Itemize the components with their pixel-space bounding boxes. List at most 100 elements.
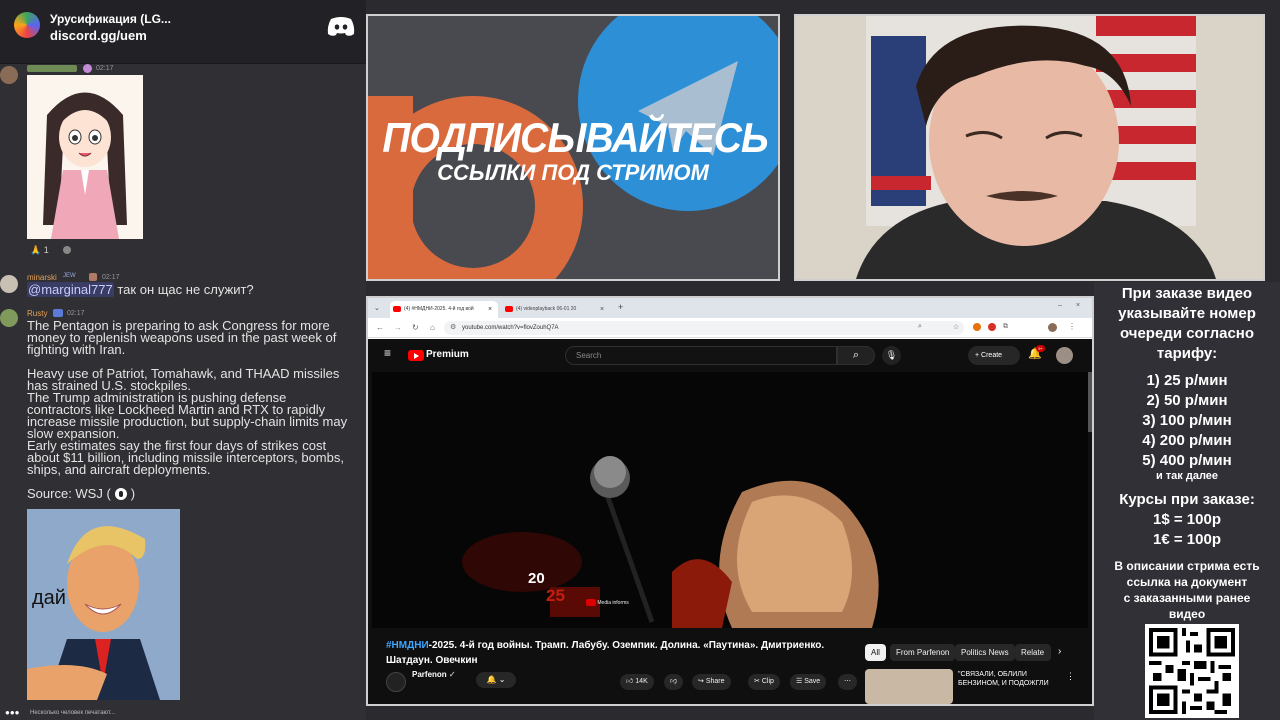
desc-line: с заказанными ранее [1123, 591, 1251, 605]
role-icon [89, 273, 97, 281]
discord-header: Урусификация (LG... discord.gg/uem [0, 0, 366, 64]
address-bar[interactable]: ⚙ youtube.com/watch?v=flovZouhQ7A [444, 321, 964, 335]
user-mention[interactable]: @marginal777 [27, 282, 114, 297]
source-text: Source: WSJ ( [27, 486, 111, 501]
thumbs-up-icon: 👍︎ [626, 678, 634, 685]
chip-from-parfenon[interactable]: From Parfenon [890, 644, 956, 661]
save-playlist-icon: ☰ [796, 678, 803, 685]
pray-emoji-icon: 🙏 [30, 245, 42, 255]
chips-next-icon[interactable]: › [1058, 646, 1061, 657]
anime-girl-image[interactable] [27, 75, 143, 239]
chip-related[interactable]: Relate [1015, 644, 1051, 661]
home-icon[interactable]: ⌂ [430, 323, 435, 332]
reaction-pray[interactable]: 🙏 1 [30, 245, 49, 256]
trump-meme-image[interactable]: дай [27, 509, 180, 700]
voice-search-icon[interactable]: 🎙 [882, 346, 901, 365]
toolbar: ← → ↻ ⌂ ⚙ youtube.com/watch?v=flovZouhQ7… [368, 318, 1092, 338]
video-player[interactable]: 20 25 Media informs [372, 372, 1088, 628]
forward-icon[interactable]: → [394, 323, 402, 332]
price-line: 1) 25 р/мин [1146, 372, 1228, 389]
share-button[interactable]: ↪ Share [692, 674, 731, 690]
create-label: Create [981, 352, 1003, 359]
source-text-end: ) [130, 486, 136, 501]
verified-icon: ✓ [448, 670, 456, 679]
webcam-feed [794, 14, 1265, 281]
tab-active[interactable]: (4) #НМДНИ-2025. 4-й год вой × [390, 301, 498, 318]
intro-line: При заказе видео [1121, 285, 1253, 302]
reload-icon[interactable]: ↻ [412, 323, 419, 332]
save-button[interactable]: ☰ Save [790, 674, 827, 690]
recommendation-thumbnail[interactable] [865, 669, 953, 704]
search-icon[interactable]: ⌕ [837, 346, 875, 365]
recommendation-menu-icon[interactable]: ⋮ [1066, 671, 1075, 682]
price-line: 3) 100 р/мин [1142, 412, 1232, 429]
qr-code[interactable] [1145, 624, 1239, 718]
profile-avatar[interactable] [1048, 323, 1057, 332]
site-info-icon[interactable]: ⚙ [450, 321, 456, 335]
hamburger-menu-icon[interactable]: ≡ [384, 346, 391, 360]
recommendation-title[interactable]: "СВЯЗАЛИ, ОБЛИЛИ БЕНЗИНОМ, И ПОДОЖГЛИ [958, 670, 1058, 688]
price-line: 5) 400 р/мин [1142, 452, 1232, 469]
rates-title: Курсы при заказе: [1119, 491, 1255, 508]
title-hashtag[interactable]: #НМДНИ [386, 640, 429, 651]
create-button[interactable]: + Create [968, 346, 1020, 365]
tab-search-icon[interactable]: ⌄ [374, 304, 380, 312]
more-actions-button[interactable]: ⋯ [838, 674, 857, 690]
bell-icon: 🔔 [486, 675, 497, 684]
avatar[interactable] [0, 309, 18, 327]
menu-dots-icon[interactable]: ⋮ [1068, 322, 1076, 331]
typing-text: Несколько человек печатают... [30, 710, 115, 716]
add-reaction-icon[interactable] [63, 246, 71, 254]
discord-logo-icon [327, 17, 355, 36]
tab-close-icon[interactable]: × [600, 301, 604, 318]
youtube-favicon-icon [393, 306, 401, 312]
scrollbar[interactable] [1088, 372, 1092, 432]
role-badge: JEW [63, 273, 76, 279]
chip-all[interactable]: All [865, 644, 886, 661]
save-label: Save [804, 678, 821, 685]
youtube-logo-icon[interactable] [408, 350, 424, 361]
extension-icon[interactable] [973, 323, 981, 331]
title-text-2: Шатдаун. Овечкин [386, 655, 478, 666]
like-button[interactable]: 👍︎ 14K [620, 674, 654, 690]
dislike-button[interactable]: 👎︎ [664, 674, 684, 690]
avatar[interactable] [0, 66, 18, 84]
message-time: 02:17 [96, 65, 114, 72]
share-icon: ↪ [698, 678, 704, 685]
thumbs-down-icon: 👎︎ [670, 678, 678, 685]
search-input[interactable]: Search [565, 346, 837, 365]
tab-inactive[interactable]: (4) videoplayback 06-01 20 × [502, 301, 610, 318]
order-info-panel: При заказе видео указывайте номер очеред… [1094, 282, 1280, 720]
youtube-premium-logo[interactable]: Premium [426, 349, 469, 360]
reaction-count: 1 [43, 245, 49, 255]
clip-button[interactable]: ✂ Clip [748, 674, 780, 690]
tab-close-icon[interactable]: × [488, 301, 492, 318]
discord-chat-panel: Урусификация (LG... discord.gg/uem 02:17… [0, 0, 366, 720]
server-invite[interactable]: discord.gg/uem [50, 28, 147, 43]
account-avatar[interactable] [1056, 347, 1073, 364]
username[interactable]: minarski [27, 273, 57, 282]
channel-name[interactable]: Parfenon ✓ [412, 670, 456, 679]
scissors-icon: ✂ [754, 678, 760, 685]
back-icon[interactable]: ← [376, 323, 384, 332]
banner-subtitle: ССЫЛКИ ПОД СТРИМОМ [437, 160, 709, 185]
username[interactable]: Rusty [27, 309, 47, 318]
minimize-icon[interactable]: – [1058, 302, 1062, 309]
message-body: так он щас не служит? [117, 282, 254, 297]
channel-avatar[interactable] [386, 672, 406, 692]
subscribe-banner: ПОДПИСЫВАЙТЕСЬ ССЫЛКИ ПОД СТРИМОМ [366, 14, 780, 281]
role-badge-icon [83, 64, 92, 73]
chip-politics-news[interactable]: Politics News [955, 644, 1015, 661]
message-time: 02:17 [67, 310, 85, 317]
close-window-icon[interactable]: × [1076, 302, 1080, 309]
zoom-icon[interactable]: ⌕ [918, 323, 922, 331]
avatar[interactable] [0, 275, 18, 293]
more-dots-icon: ⋯ [844, 678, 851, 685]
new-tab-icon[interactable]: + [618, 302, 623, 312]
extensions-puzzle-icon[interactable]: ⧉ [1003, 323, 1008, 331]
bookmark-icon[interactable]: ☆ [953, 323, 959, 331]
extension-icon[interactable] [988, 323, 996, 331]
url-text: youtube.com/watch?v=flovZouhQ7A [462, 325, 559, 331]
username-redacted[interactable] [27, 65, 77, 72]
subscribed-bell-button[interactable]: 🔔 ⌄ [476, 672, 516, 688]
